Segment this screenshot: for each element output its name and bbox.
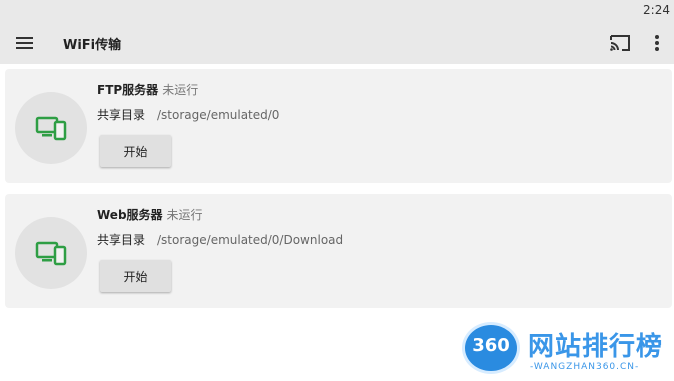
devices-icon <box>35 116 67 141</box>
cast-icon[interactable] <box>608 31 632 55</box>
app-title: WiFi传输 <box>63 38 122 53</box>
web-share-path: /storage/emulated/0/Download <box>157 233 344 247</box>
watermark-logo: 360 网站排行榜 -WANGZHAN360.CN- <box>462 320 672 378</box>
watermark-number: 360 <box>472 335 510 356</box>
app-bar: WiFi传输 <box>0 22 674 64</box>
ftp-share-row: 共享目录/storage/emulated/0 <box>97 106 279 123</box>
web-share-label: 共享目录 <box>97 233 146 247</box>
menu-icon[interactable] <box>14 33 36 53</box>
ftp-icon-circle <box>15 92 87 164</box>
more-options-icon[interactable] <box>648 31 666 55</box>
devices-icon <box>35 241 67 266</box>
web-start-button[interactable]: 开始 <box>100 260 171 292</box>
web-server-card: Web服务器 未运行 共享目录/storage/emulated/0/Downlo… <box>5 194 672 308</box>
ftp-share-label: 共享目录 <box>97 108 146 122</box>
web-icon-circle <box>15 217 87 289</box>
web-server-title: Web服务器 未运行 <box>97 206 203 223</box>
ftp-server-name: FTP服务器 <box>97 83 159 97</box>
ftp-server-card: FTP服务器 未运行 共享目录/storage/emulated/0 开始 <box>5 69 672 183</box>
watermark-text: 网站排行榜 <box>528 332 664 362</box>
web-share-row: 共享目录/storage/emulated/0/Download <box>97 231 343 248</box>
status-bar: 2:24 <box>0 0 674 22</box>
status-clock: 2:24 <box>643 3 670 17</box>
ftp-share-path: /storage/emulated/0 <box>157 108 280 122</box>
watermark-subtext: -WANGZHAN360.CN- <box>530 362 640 372</box>
web-server-status: 未运行 <box>166 208 203 222</box>
ftp-server-status: 未运行 <box>162 83 199 97</box>
web-server-name: Web服务器 <box>97 208 163 222</box>
ftp-start-button[interactable]: 开始 <box>100 135 171 167</box>
ftp-server-title: FTP服务器 未运行 <box>97 81 198 98</box>
